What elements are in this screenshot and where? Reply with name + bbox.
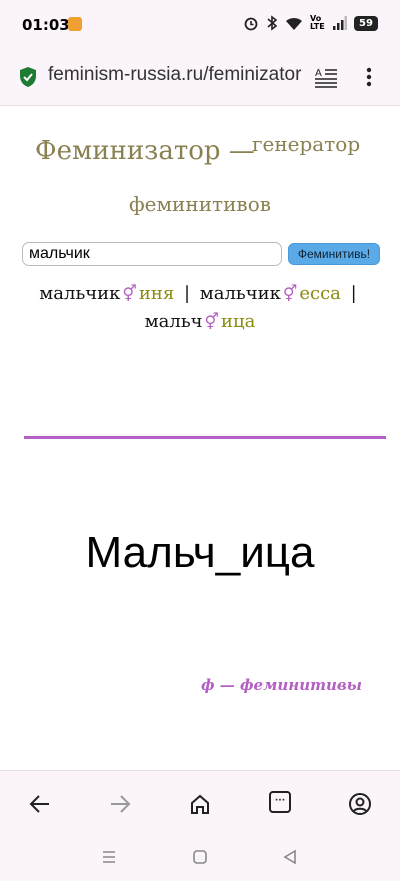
bluetooth-icon (267, 15, 278, 31)
gender-symbol-icon: ⚥ (282, 284, 298, 303)
recents-icon[interactable] (101, 850, 117, 864)
reader-mode-icon[interactable]: A (314, 66, 338, 88)
more-vertical-icon[interactable] (362, 66, 376, 88)
footer-link[interactable]: ф — феминитивы (201, 676, 362, 694)
forward-arrow-icon[interactable] (107, 791, 133, 817)
alarm-icon (244, 17, 258, 31)
url-bar[interactable]: feminism-russia.ru/feminizator A (0, 48, 400, 106)
network-label: Vo LTE (310, 14, 325, 31)
page-title-main: Феминизатор — (35, 136, 255, 166)
page-subtitle-line1: генератор (252, 132, 361, 156)
word-input[interactable] (22, 242, 282, 266)
status-bar: 01:03 Vo LTE 59 (0, 0, 400, 48)
result-big-word: Мальч_ица (85, 528, 315, 577)
result-item: мальч ⚥ ица (144, 311, 256, 332)
svg-text:A: A (315, 68, 322, 79)
battery-icon: 59 (354, 15, 378, 31)
result-item: мальчик ⚥ есса (199, 283, 341, 304)
system-nav-bar (0, 836, 400, 881)
back-triangle-icon[interactable] (282, 849, 298, 865)
result-separator: | (350, 283, 357, 304)
gender-symbol-icon: ⚥ (122, 284, 137, 303)
result-item: мальчик ⚥ иня (39, 283, 175, 304)
home-icon[interactable] (187, 791, 213, 817)
signal-icon (333, 16, 347, 30)
tabs-icon[interactable]: ··· (269, 791, 291, 813)
profile-icon[interactable] (347, 791, 373, 817)
home-circle-icon[interactable] (192, 849, 208, 865)
page-subtitle-line2: феминитивов (129, 192, 271, 216)
url-text[interactable]: feminism-russia.ru/feminizator (48, 64, 302, 86)
feminize-button[interactable]: Феминитивь! (288, 243, 380, 265)
browser-nav-bar: ··· (0, 770, 400, 836)
app-notification-icon (68, 17, 82, 31)
gender-symbol-icon: ⚥ (204, 312, 219, 331)
result-separator: | (183, 283, 191, 304)
page-title: Феминизатор — генератор феминитивов (0, 128, 400, 228)
status-icons: Vo LTE 59 (243, 15, 378, 31)
back-arrow-icon[interactable] (27, 791, 53, 817)
shield-check-icon[interactable] (18, 66, 38, 88)
status-time: 01:03 (22, 16, 70, 34)
wifi-icon (286, 17, 302, 30)
divider (24, 436, 386, 439)
results-list: мальчик ⚥ иня | мальчик ⚥ есса | мальч ⚥ ица (16, 280, 384, 336)
